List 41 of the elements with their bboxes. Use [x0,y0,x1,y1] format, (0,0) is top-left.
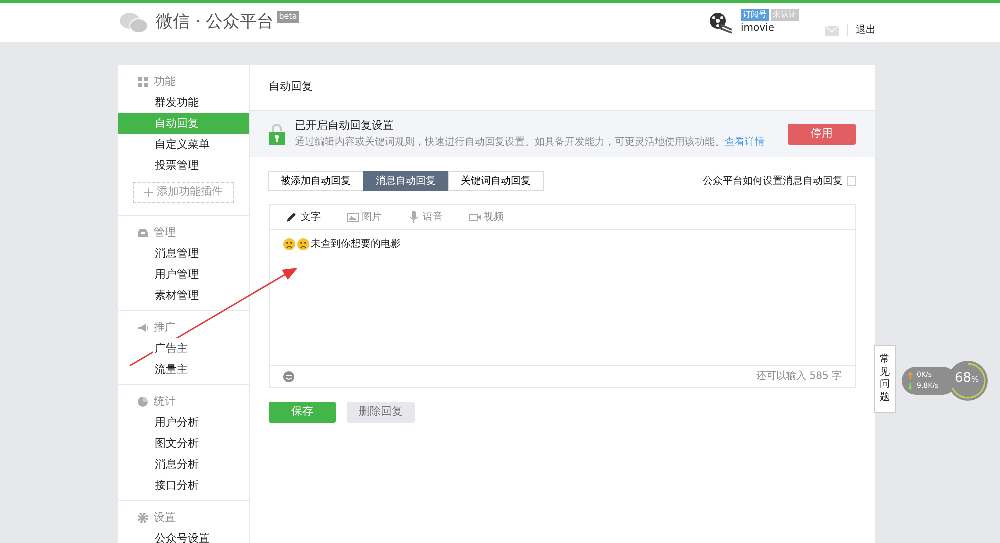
pie-chart-icon [138,397,148,407]
faq-tab[interactable]: 常见问题 [874,345,896,413]
image-icon [347,211,359,223]
notice-title: 已开启自动回复设置 [295,118,395,134]
section-heading: 功能 [154,74,176,90]
pencil-icon [286,211,298,223]
sad-face-icon [283,238,296,251]
microphone-icon [408,211,420,223]
help-link[interactable]: 公众平台如何设置消息自动回复 [703,174,843,188]
page-title: 自动回复 [269,79,313,96]
sad-face-icon [297,238,310,251]
padlock-icon [269,123,285,145]
section-heading: 推广 [154,320,176,336]
film-reel-icon [709,12,733,34]
grid-icon [138,77,148,87]
section-heading: 统计 [154,394,176,410]
character-counter: 还可以输入 585 字 [756,370,842,384]
logout-link[interactable]: 退出 [856,23,876,38]
media-tab[interactable]: 文字 [286,210,321,224]
memory-percent: 68% [955,372,980,385]
beta-label: beta [277,11,300,23]
notice-text: 通过编辑内容或关键词规则，快速进行自动回复设置。如具备开发能力，可更灵活地使用该功能。查看详情 [295,136,765,150]
megaphone-icon [138,323,148,333]
inbox-icon [138,228,148,238]
tab[interactable]: 被添加自动回复 [268,171,364,191]
down-arrow-icon [908,383,913,390]
plus-icon [144,188,153,197]
tab[interactable]: 消息自动回复 [363,171,449,191]
video-camera-icon [469,211,481,223]
document-icon [847,176,856,186]
platform-title: 微信 · 公众平台 [156,10,274,34]
up-arrow-icon [908,372,913,379]
section-heading: 设置 [154,510,176,526]
logo-icon [120,12,148,34]
message-text: 未查到你想要的电影 [311,238,401,251]
tab[interactable]: 关键词自动回复 [448,171,544,191]
section-heading: 管理 [154,224,176,241]
smiley-icon[interactable] [283,370,295,382]
account-name: imovie [741,22,776,36]
account-tag: 订阅号 [741,9,769,21]
gear-icon [138,513,148,523]
